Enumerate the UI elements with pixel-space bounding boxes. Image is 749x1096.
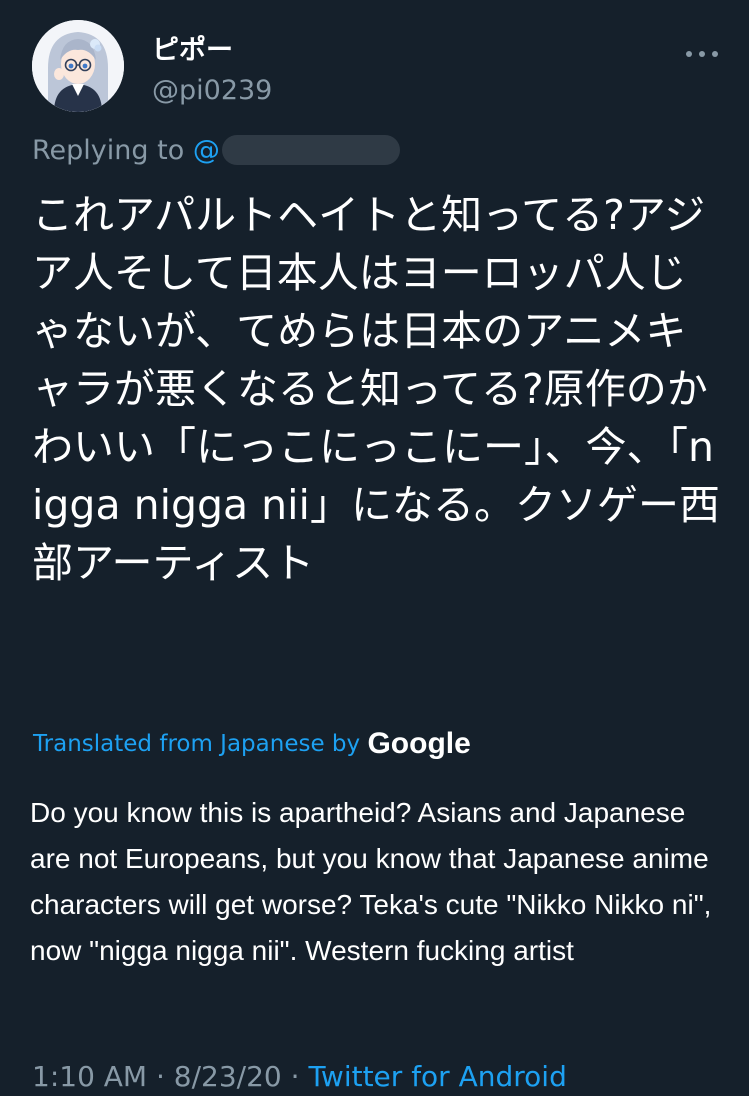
- display-name[interactable]: ピポー: [152, 36, 233, 66]
- tweet-text: これアパルトヘイトと知ってる?アジア人そして日本人はヨーロッパ人じゃないが、てめ…: [32, 191, 720, 587]
- tweet-source-link[interactable]: Twitter for Android: [308, 1060, 566, 1093]
- user-handle[interactable]: @pi0239: [152, 76, 272, 106]
- translated-tweet-text: Do you know this is apartheid? Asians an…: [30, 797, 712, 966]
- meta-separator: ·: [147, 1060, 174, 1093]
- replying-to-label: Replying to: [32, 135, 185, 166]
- meta-separator: ·: [281, 1060, 309, 1093]
- avatar-illustration: [32, 20, 124, 112]
- tweet-date[interactable]: 8/23/20: [174, 1060, 282, 1093]
- tweet-header: ピポー @pi0239: [32, 20, 722, 112]
- google-logo: Google: [367, 727, 471, 760]
- reply-mention-link[interactable]: @: [193, 135, 220, 166]
- tweet-metadata: 1:10 AM · 8/23/20 · Twitter for Android: [32, 1058, 567, 1096]
- more-horizontal-icon[interactable]: [682, 44, 722, 64]
- tweet-time[interactable]: 1:10 AM: [32, 1060, 147, 1093]
- translated-label: Translated from Japanese by: [33, 731, 361, 757]
- avatar[interactable]: [32, 20, 124, 112]
- replying-to: Replying to @: [32, 131, 400, 171]
- redacted-username: [221, 135, 400, 165]
- translation-attribution[interactable]: Translated from Japanese by Google: [33, 728, 471, 760]
